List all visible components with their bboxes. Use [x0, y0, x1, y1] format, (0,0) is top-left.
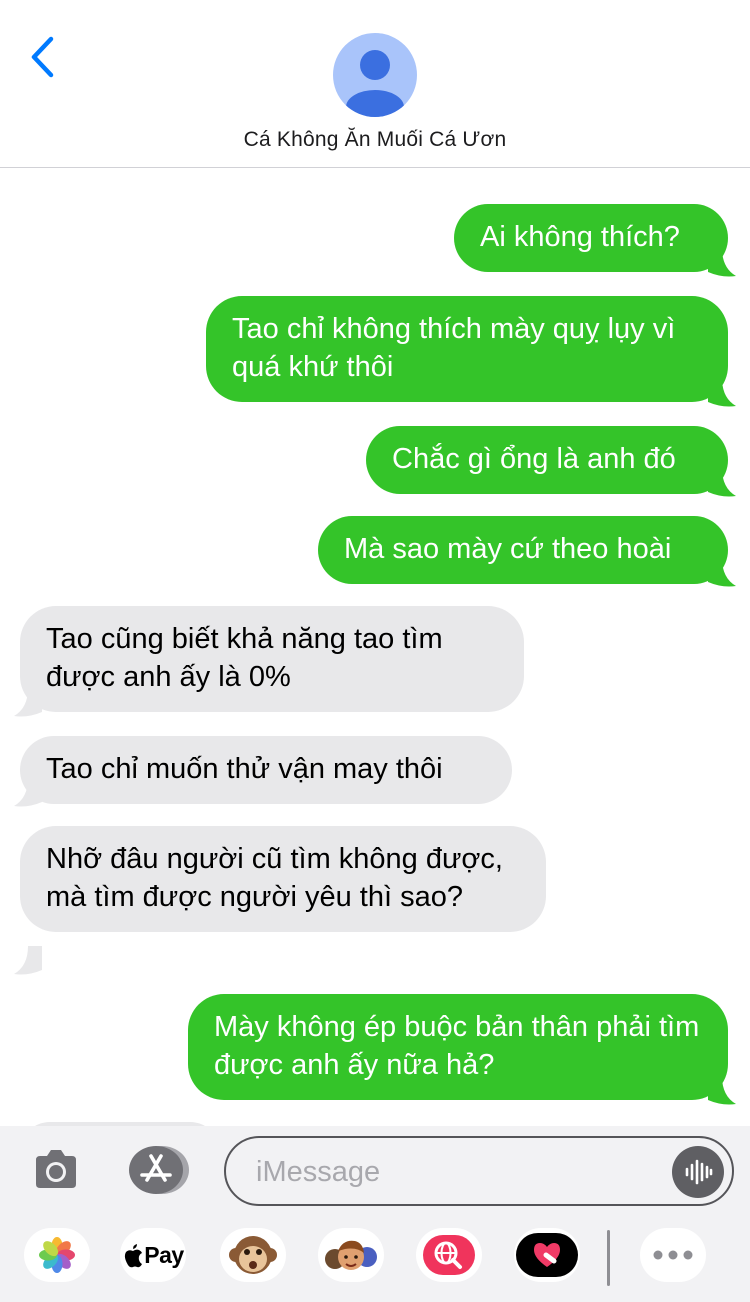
bubble-tail: [708, 248, 736, 277]
more-apps-button[interactable]: [640, 1228, 706, 1282]
camera-icon: [36, 1150, 76, 1188]
photos-app[interactable]: [24, 1228, 90, 1282]
message-text: Mày không ép buộc bản thân phải tìm được…: [214, 1011, 700, 1081]
audio-message-button[interactable]: [672, 1146, 724, 1198]
monkey-icon: [229, 1236, 277, 1274]
message-thread[interactable]: Ai không thích? Tao chỉ không thích mày …: [0, 168, 750, 1126]
app-drawer: Pay: [0, 1216, 750, 1302]
person-icon: [346, 50, 404, 117]
waveform-icon: [685, 1159, 713, 1185]
apple-pay-app[interactable]: Pay: [120, 1228, 186, 1282]
message-bubble[interactable]: Tao chỉ không thích mày quỵ lụy vì quá k…: [206, 296, 728, 402]
contact-name[interactable]: Cá Không Ăn Muối Cá Ươn: [0, 128, 750, 152]
message-text: Ai không thích?: [480, 221, 680, 253]
message-field[interactable]: [224, 1136, 734, 1206]
memoji-icon: [325, 1240, 377, 1270]
message-bubble[interactable]: Nhỡ đâu người cũ tìm không được, mà tìm …: [20, 826, 546, 932]
bubble-tail: [708, 468, 736, 497]
globe-search-icon: [423, 1235, 475, 1275]
app-store-icon: [129, 1146, 189, 1194]
message-text: Tao chỉ muốn thử vận may thôi: [46, 753, 443, 785]
message-bubble[interactable]: Ai không thích?: [454, 204, 728, 272]
conversation-header: Cá Không Ăn Muối Cá Ươn: [0, 0, 750, 168]
bubble-tail: [14, 778, 42, 807]
message-text: Tao chỉ không thích mày quỵ lụy vì quá k…: [232, 313, 676, 383]
bubble-tail: [708, 378, 736, 407]
composer-bar: [0, 1126, 750, 1216]
animoji-app[interactable]: [220, 1228, 286, 1282]
message-bubble[interactable]: Mày không ép buộc bản thân phải tìm được…: [188, 994, 728, 1100]
message-bubble[interactable]: Chắc gì ổng là anh đó: [366, 426, 728, 494]
chevron-left-icon: [31, 36, 54, 78]
bubble-tail: [14, 688, 42, 717]
photos-icon: [39, 1237, 75, 1273]
message-text: Nhỡ đâu người cũ tìm không được, mà tìm …: [46, 843, 503, 913]
message-input[interactable]: [256, 1152, 656, 1192]
apple-logo-icon: [125, 1244, 143, 1268]
message-text: Chắc gì ổng là anh đó: [392, 443, 676, 475]
more-icon: [653, 1250, 693, 1260]
message-bubble[interactable]: Mà sao mày cứ theo hoài: [318, 516, 728, 584]
images-search-app[interactable]: [416, 1228, 482, 1282]
drawer-divider: [607, 1230, 610, 1286]
camera-button[interactable]: [32, 1148, 80, 1192]
bubble-tail: [14, 946, 42, 975]
memoji-app[interactable]: [318, 1228, 384, 1282]
app-store-button[interactable]: [126, 1144, 190, 1196]
message-text: Tao cũng biết khả năng tao tìm được anh …: [46, 623, 443, 693]
contact-avatar[interactable]: [333, 33, 417, 117]
message-bubble[interactable]: Tao chỉ muốn thử vận may thôi: [20, 736, 512, 804]
heart-touch-icon: [516, 1233, 578, 1277]
message-bubble[interactable]: Tao cũng biết khả năng tao tìm được anh …: [20, 606, 524, 712]
apple-pay-label: Pay: [144, 1241, 184, 1268]
back-button[interactable]: [22, 34, 62, 80]
digital-touch-app[interactable]: [514, 1228, 580, 1282]
message-text: Mà sao mày cứ theo hoài: [344, 533, 672, 565]
bubble-tail: [708, 1076, 736, 1105]
bubble-tail: [708, 558, 736, 587]
